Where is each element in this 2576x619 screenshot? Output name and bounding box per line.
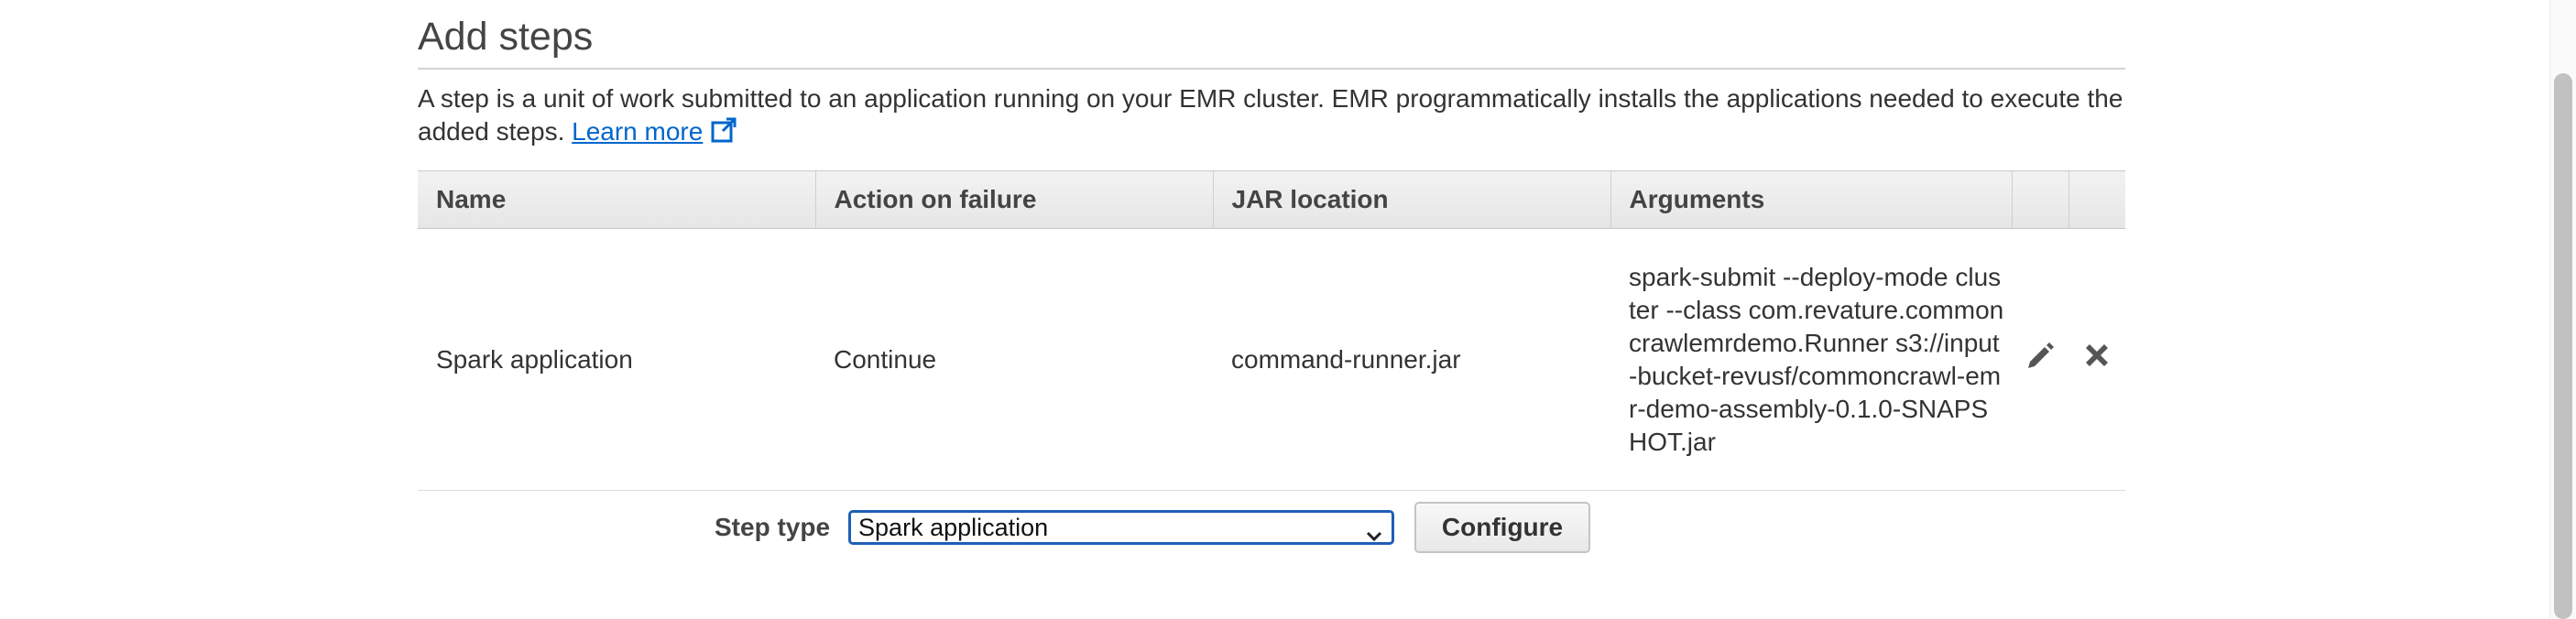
edit-cell: [2012, 228, 2068, 491]
step-arguments: spark-submit --deploy-mode cluster --cla…: [1610, 228, 2012, 491]
scrollbar-thumb[interactable]: [2554, 73, 2572, 619]
table-row: Spark application Continue command-runne…: [418, 228, 2125, 491]
step-type-row: Step type Spark application Configure: [715, 502, 1591, 553]
section-title: Add steps: [418, 11, 2125, 70]
column-header-delete: [2068, 170, 2125, 229]
configure-button[interactable]: Configure: [1414, 502, 1591, 553]
delete-cell: [2068, 228, 2125, 491]
step-type-selected-value: Spark application: [858, 514, 1049, 541]
step-jar-location: command-runner.jar: [1213, 228, 1610, 491]
add-steps-section: Add steps A step is a unit of work submi…: [418, 0, 2125, 491]
chevron-down-icon: [1366, 520, 1382, 549]
learn-more-link[interactable]: Learn more: [572, 117, 703, 146]
column-header-arguments[interactable]: Arguments: [1610, 170, 2013, 229]
x-icon[interactable]: [2081, 340, 2112, 379]
step-type-label: Step type: [715, 513, 831, 541]
section-description: A step is a unit of work submitted to an…: [418, 82, 2125, 152]
step-type-select[interactable]: Spark application: [848, 510, 1395, 545]
page: Add steps A step is a unit of work submi…: [0, 0, 2576, 619]
column-header-jar[interactable]: JAR location: [1213, 170, 1611, 229]
step-name: Spark application: [418, 228, 815, 491]
column-header-name[interactable]: Name: [418, 170, 816, 229]
step-action-on-failure: Continue: [815, 228, 1213, 491]
column-header-action[interactable]: Action on failure: [815, 170, 1214, 229]
column-header-edit: [2012, 170, 2069, 229]
pencil-icon[interactable]: [2025, 340, 2056, 379]
steps-table: Name Action on failure JAR location Argu…: [418, 170, 2125, 491]
external-link-icon[interactable]: [710, 116, 737, 152]
table-header-row: Name Action on failure JAR location Argu…: [418, 170, 2125, 229]
scrollbar-track[interactable]: [2549, 0, 2576, 619]
